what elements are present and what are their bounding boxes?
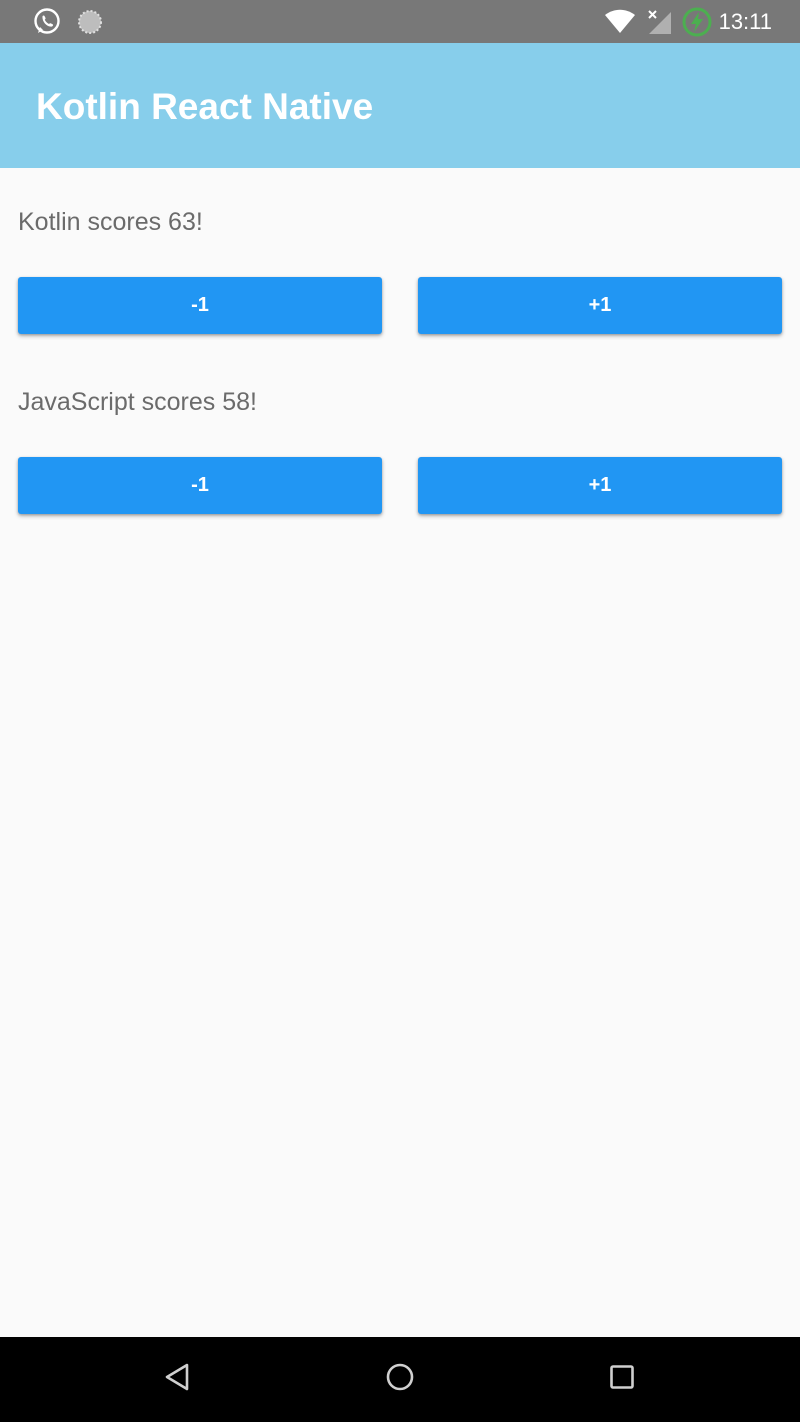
home-icon [385, 1362, 415, 1397]
javascript-increment-button[interactable]: +1 [418, 457, 782, 514]
status-bar: 13:11 [0, 0, 800, 43]
wifi-icon [602, 0, 638, 43]
javascript-score-text: JavaScript scores 58! [18, 388, 257, 416]
kotlin-score-text: Kotlin scores 63! [18, 208, 203, 236]
battery-charging-icon [680, 0, 714, 43]
recents-icon [609, 1364, 635, 1395]
navigation-bar [0, 1337, 800, 1422]
kotlin-increment-button[interactable]: +1 [418, 277, 782, 334]
kotlin-decrement-button[interactable]: -1 [18, 277, 382, 334]
home-button[interactable] [355, 1337, 445, 1422]
back-button[interactable] [132, 1337, 222, 1422]
app-bar: Kotlin React Native [0, 43, 800, 168]
back-icon [163, 1362, 191, 1397]
no-signal-icon [644, 0, 674, 43]
app-screen: 13:11 Kotlin React Native Kotlin scores … [0, 0, 800, 1422]
app-title: Kotlin React Native [36, 86, 374, 127]
recents-button[interactable] [577, 1337, 667, 1422]
sync-icon [76, 0, 104, 43]
whatsapp-icon [30, 0, 64, 43]
status-time: 13:11 [718, 9, 772, 34]
javascript-decrement-button[interactable]: -1 [18, 457, 382, 514]
